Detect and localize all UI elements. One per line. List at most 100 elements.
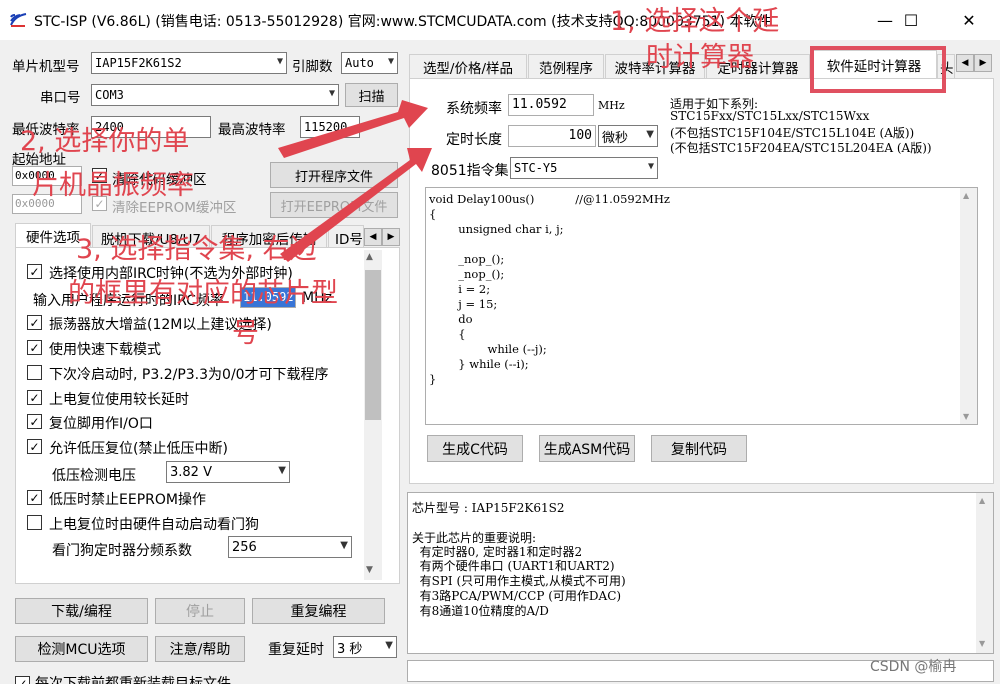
chevron-down-icon: ▼ [385,640,393,651]
option-checkbox-oscillator-gain[interactable]: ✓ [27,315,42,330]
option-checkbox-fast-download[interactable]: ✓ [27,340,42,355]
info-line: 芯片型号 : IAP15F2K61S2 [412,501,565,515]
title-bar: STC-ISP (V6.86L) (销售电话: 0513-55012928) 官… [0,0,1000,40]
min-baud-label: 最低波特率 [12,122,80,138]
system-frequency-label: 系统频率 [446,101,502,117]
chevron-down-icon: ▼ [328,88,335,99]
code-line: void Delay100us() //@11.0592MHz [429,192,670,206]
clear-code-checkbox[interactable]: ✓ [92,168,107,183]
tab-encrypted-transfer[interactable]: 程序加密后传输 [211,225,327,249]
info-scrollbar[interactable]: ▲ ▼ [976,493,993,653]
wdt-divider-value: 256 [232,539,257,555]
repeat-delay-value: 3 秒 [337,641,363,657]
download-program-button[interactable]: 下载/编程 [15,598,148,624]
tab-timer-calculator[interactable]: 定时器计算器 [706,54,810,78]
option-checkbox-cold-start[interactable] [27,365,42,380]
time-length-input[interactable]: 100 [508,125,596,147]
port-label: 串口号 [40,90,81,106]
generated-code-area[interactable]: void Delay100us() //@11.0592MHz { unsign… [425,187,978,425]
chevron-down-icon: ▼ [278,465,286,476]
max-baud-select[interactable]: 115200 [300,116,360,138]
scroll-down-icon: ▼ [979,639,986,648]
copy-code-button[interactable]: 复制代码 [651,435,747,462]
help-button[interactable]: 注意/帮助 [155,636,245,662]
port-select[interactable]: COM3 ▼ [91,84,339,106]
chevron-down-icon: ▼ [340,540,348,551]
code-line: unsigned char i, j; [429,222,564,236]
lvd-value: 3.82 V [170,464,212,480]
option-checkbox-auto-watchdog[interactable] [27,515,42,530]
tab-selection-price[interactable]: 选型/价格/样品 [409,54,527,78]
generate-c-code-button[interactable]: 生成C代码 [427,435,523,462]
wdt-divider-select[interactable]: 256 ▼ [228,536,352,558]
maximize-button[interactable]: ☐ [888,0,934,40]
mcu-model-value: IAP15F2K61S2 [95,56,182,70]
lvd-select[interactable]: 3.82 V ▼ [166,461,290,483]
option-checkbox-reset-pin-io[interactable]: ✓ [27,414,42,429]
system-frequency-input[interactable]: 11.0592 [508,94,594,116]
repeat-delay-label: 重复延时 [268,642,324,658]
code-address-input[interactable]: 0x0000 [12,166,82,186]
options-scrollbar[interactable]: ▲ ▼ [364,250,382,580]
open-eeprom-file-button[interactable]: 打开EEPROM文件 [270,192,398,218]
tab-scroll-right-button[interactable]: ▶ [974,54,992,72]
scroll-up-icon: ▲ [979,496,986,505]
scan-button[interactable]: 扫描 [345,83,398,107]
close-button[interactable]: ✕ [946,0,992,40]
repeat-program-button[interactable]: 重复编程 [252,598,385,624]
option-label: 复位脚用作I/O口 [49,416,153,432]
generate-asm-code-button[interactable]: 生成ASM代码 [539,435,635,462]
tab-scroll-left-button[interactable]: ◀ [364,228,382,246]
clear-eeprom-checkbox[interactable]: ✓ [92,196,107,211]
min-baud-value: 2400 [95,120,124,134]
start-address-label: 起始地址 [12,152,66,168]
irc-frequency-unit: MHz [302,290,332,306]
chevron-down-icon: ▼ [276,56,283,67]
repeat-delay-select[interactable]: 3 秒 ▼ [333,636,397,658]
time-length-label: 定时长度 [446,132,502,148]
code-scrollbar[interactable]: ▲ ▼ [960,188,977,424]
option-checkbox-long-reset-delay[interactable]: ✓ [27,390,42,405]
code-line: { [429,327,466,341]
lvd-label: 低压检测电压 [52,468,136,484]
open-program-file-button[interactable]: 打开程序文件 [270,162,398,188]
tab-baud-calculator[interactable]: 波特率计算器 [605,54,705,78]
applicable-series-text: 适用于如下系列: STC15Fxx/STC15Lxx/STC15Wxx (不包括… [668,95,988,180]
instruction-set-value: STC-Y5 [514,161,558,175]
code-line: i = 2; [429,282,491,296]
option-checkbox-internal-irc[interactable]: ✓ [27,264,42,279]
pin-count-select[interactable]: Auto ▼ [341,52,398,74]
tab-examples[interactable]: 范例程序 [528,54,604,78]
tab-scroll-right-button[interactable]: ▶ [382,228,400,246]
irc-frequency-input[interactable]: 11.0592 [240,287,296,308]
watermark-text: CSDN @榆冉 [870,659,957,675]
reload-target-checkbox[interactable]: ✓ [15,676,30,684]
code-line: while (--j); [429,342,547,356]
instruction-set-select[interactable]: STC-Y5 ▼ [510,157,658,179]
pin-count-value: Auto [345,56,374,70]
scroll-up-icon: ▲ [963,191,970,200]
tab-id-number[interactable]: ID号 [328,225,364,249]
scrollbar-thumb[interactable] [365,270,381,420]
option-checkbox-low-voltage-eeprom[interactable]: ✓ [27,490,42,505]
tab-scroll-left-button[interactable]: ◀ [956,54,974,72]
scroll-down-icon: ▼ [366,565,373,575]
option-label: 上电复位时由硬件自动启动看门狗 [49,517,259,533]
chevron-down-icon: ▼ [646,129,654,140]
mcu-model-label: 单片机型号 [12,59,80,75]
eeprom-address-input[interactable]: 0x0000 [12,194,82,214]
tab-offline-download[interactable]: 脱机下载/U8/U7 [92,225,210,249]
max-baud-value: 115200 [304,120,348,134]
chip-info-area[interactable]: 芯片型号 : IAP15F2K61S2 关于此芯片的重要说明: 有定时器0, 定… [407,492,994,654]
check-mcu-options-button[interactable]: 检测MCU选项 [15,636,148,662]
mcu-model-select[interactable]: IAP15F2K61S2 ▼ [91,52,287,74]
tab-hardware-options[interactable]: 硬件选项 [15,223,91,247]
scroll-down-icon: ▼ [963,412,970,421]
stop-button[interactable]: 停止 [155,598,245,624]
option-label: 选择使用内部IRC时钟(不选为外部时钟) [49,266,293,282]
wdt-divider-label: 看门狗定时器分频系数 [52,543,192,559]
time-unit-select[interactable]: 微秒 ▼ [598,125,658,147]
option-checkbox-low-voltage-reset[interactable]: ✓ [27,439,42,454]
min-baud-select[interactable]: 2400 [91,116,211,138]
reload-target-label: 每次下载前都重新装载目标文件 [35,676,231,684]
